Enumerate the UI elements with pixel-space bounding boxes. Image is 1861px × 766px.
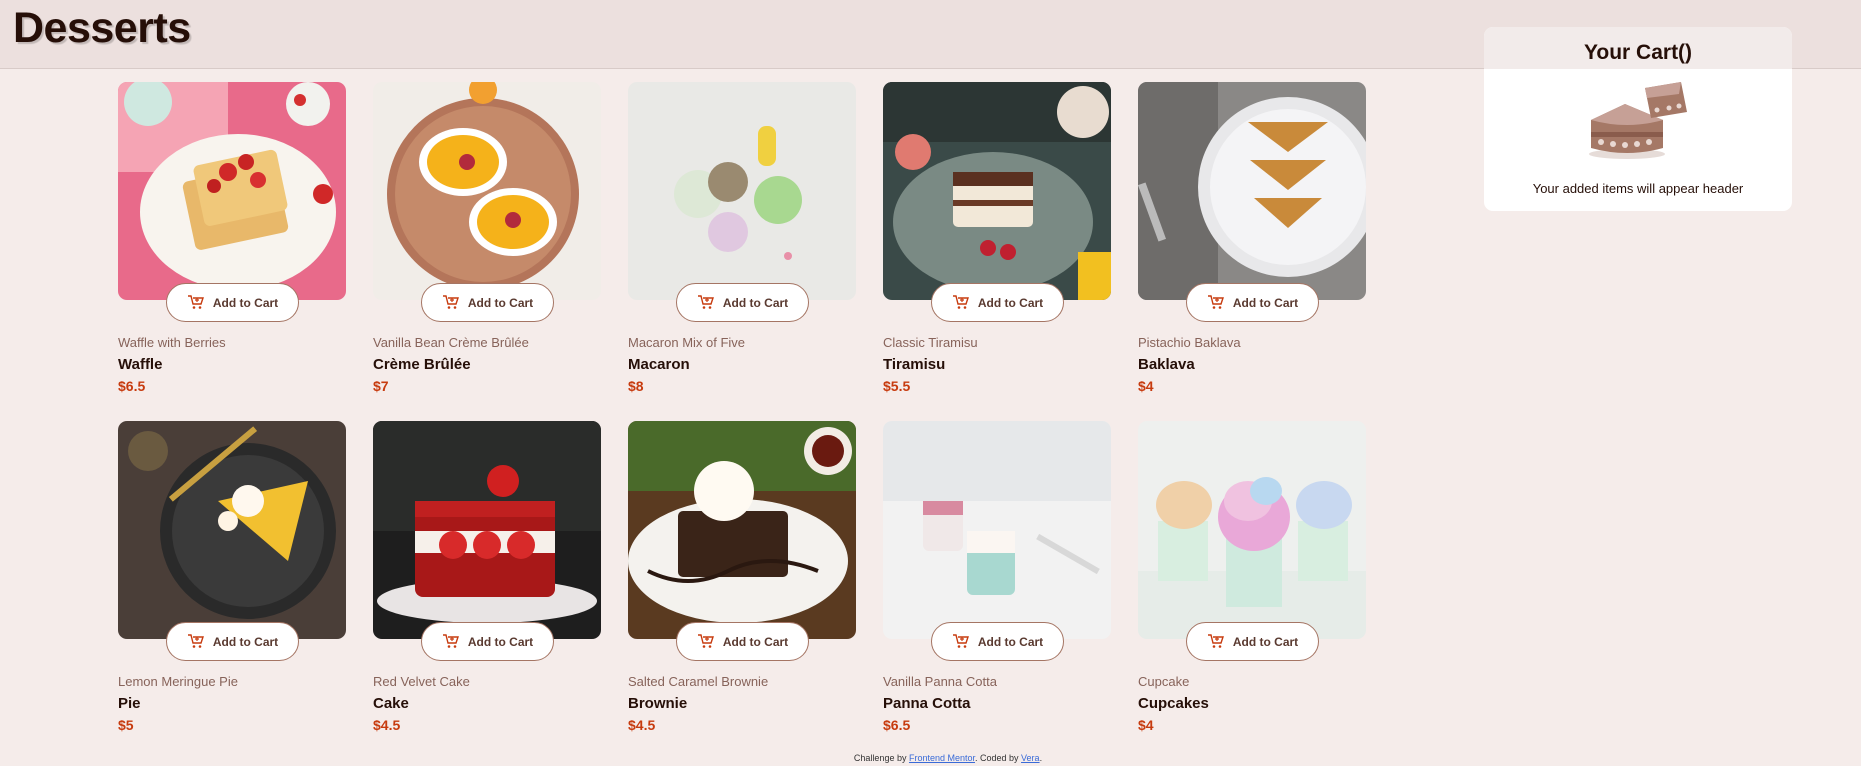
product-price: $6.5: [883, 717, 911, 733]
add-to-cart-button[interactable]: Add to Cart: [931, 622, 1064, 661]
product-category: Cupcake: [1138, 674, 1190, 689]
add-to-cart-icon: [442, 295, 459, 310]
add-to-cart-button[interactable]: Add to Cart: [421, 622, 554, 661]
product-card: Add to Cart Classic Tiramisu Tiramisu $5…: [883, 82, 1111, 421]
product-category: Classic Tiramisu: [883, 335, 978, 350]
add-to-cart-icon: [952, 634, 969, 649]
add-to-cart-button[interactable]: Add to Cart: [1186, 622, 1319, 661]
product-category: Macaron Mix of Five: [628, 335, 746, 350]
product-category: Red Velvet Cake: [373, 674, 470, 689]
product-price: $5.5: [883, 378, 911, 394]
product-name: Cupcakes: [1138, 695, 1209, 712]
product-name: Tiramisu: [883, 356, 946, 373]
add-to-cart-button[interactable]: Add to Cart: [421, 283, 554, 322]
cart-empty-message: Your added items will appear header: [1532, 181, 1744, 196]
add-to-cart-icon: [697, 634, 714, 649]
product-image-brownie[interactable]: [628, 421, 856, 639]
product-image-creme-brulee[interactable]: [373, 82, 601, 300]
product-category: Pistachio Baklava: [1138, 335, 1241, 350]
add-to-cart-button[interactable]: Add to Cart: [166, 622, 299, 661]
add-to-cart-icon: [1207, 634, 1224, 649]
author-link[interactable]: Vera: [1021, 753, 1040, 763]
product-card: Add to Cart Vanilla Panna Cotta Panna Co…: [883, 421, 1111, 751]
product-card: Add to Cart Red Velvet Cake Cake $4.5: [373, 421, 601, 751]
add-to-cart-button[interactable]: Add to Cart: [676, 283, 809, 322]
product-card: Add to Cart Macaron Mix of Five Macaron …: [628, 82, 856, 421]
product-card: Add to Cart Salted Caramel Brownie Brown…: [628, 421, 856, 751]
product-price: $5: [118, 717, 134, 733]
add-to-cart-button[interactable]: Add to Cart: [166, 283, 299, 322]
product-category: Waffle with Berries: [118, 335, 226, 350]
product-name: Cake: [373, 695, 409, 712]
product-price: $4: [1138, 378, 1154, 394]
add-to-cart-icon: [442, 634, 459, 649]
add-to-cart-button[interactable]: Add to Cart: [931, 283, 1064, 322]
product-image-tiramisu[interactable]: [883, 82, 1111, 300]
product-card: Add to Cart Lemon Meringue Pie Pie $5: [118, 421, 346, 751]
product-price: $4: [1138, 717, 1154, 733]
add-to-cart-icon: [187, 634, 204, 649]
product-name: Baklava: [1138, 356, 1195, 373]
cart-title: Your Cart(): [1583, 41, 1693, 64]
add-to-cart-icon: [697, 295, 714, 310]
product-card: Add to Cart Cupcake Cupcakes $4: [1138, 421, 1366, 751]
product-image-cake[interactable]: [373, 421, 601, 639]
product-name: Macaron: [628, 356, 690, 373]
product-price: $7: [373, 378, 389, 394]
product-category: Salted Caramel Brownie: [628, 674, 769, 689]
product-category: Vanilla Bean Crème Brûlée: [373, 335, 529, 350]
product-price: $4.5: [628, 717, 656, 733]
frontend-mentor-link[interactable]: Frontend Mentor: [909, 753, 975, 763]
product-image-macaron[interactable]: [628, 82, 856, 300]
add-to-cart-icon: [187, 295, 204, 310]
product-price: $4.5: [373, 717, 401, 733]
add-to-cart-icon: [952, 295, 969, 310]
product-name: Crème Brûlée: [373, 356, 471, 373]
product-image-waffle[interactable]: [118, 82, 346, 300]
page-title: Desserts: [13, 4, 191, 52]
add-to-cart-button[interactable]: Add to Cart: [676, 622, 809, 661]
product-image-pie[interactable]: [118, 421, 346, 639]
product-card: Add to Cart Pistachio Baklava Baklava $4: [1138, 82, 1366, 421]
product-name: Panna Cotta: [883, 695, 971, 712]
product-grid: Add to Cart Waffle with Berries Waffle $…: [118, 82, 1366, 751]
product-image-panna-cotta[interactable]: [883, 421, 1111, 639]
product-name: Brownie: [628, 695, 688, 712]
product-name: Pie: [118, 695, 141, 712]
footer: Challenge by Frontend Mentor. Coded by V…: [853, 753, 1043, 763]
product-category: Vanilla Panna Cotta: [883, 674, 997, 689]
product-name: Waffle: [118, 356, 163, 373]
add-to-cart-button[interactable]: Add to Cart: [1186, 283, 1319, 322]
product-image-cupcake[interactable]: [1138, 421, 1366, 639]
product-image-baklava[interactable]: [1138, 82, 1366, 300]
product-card: Add to Cart Vanilla Bean Crème Brûlée Cr…: [373, 82, 601, 421]
cart-panel: Your Cart() Your added items will appear…: [1484, 27, 1792, 211]
product-price: $8: [628, 378, 644, 394]
add-to-cart-icon: [1207, 295, 1224, 310]
product-card: Add to Cart Waffle with Berries Waffle $…: [118, 82, 346, 421]
product-price: $6.5: [118, 378, 146, 394]
empty-cart-illustration: [1585, 74, 1691, 164]
product-category: Lemon Meringue Pie: [118, 674, 238, 689]
